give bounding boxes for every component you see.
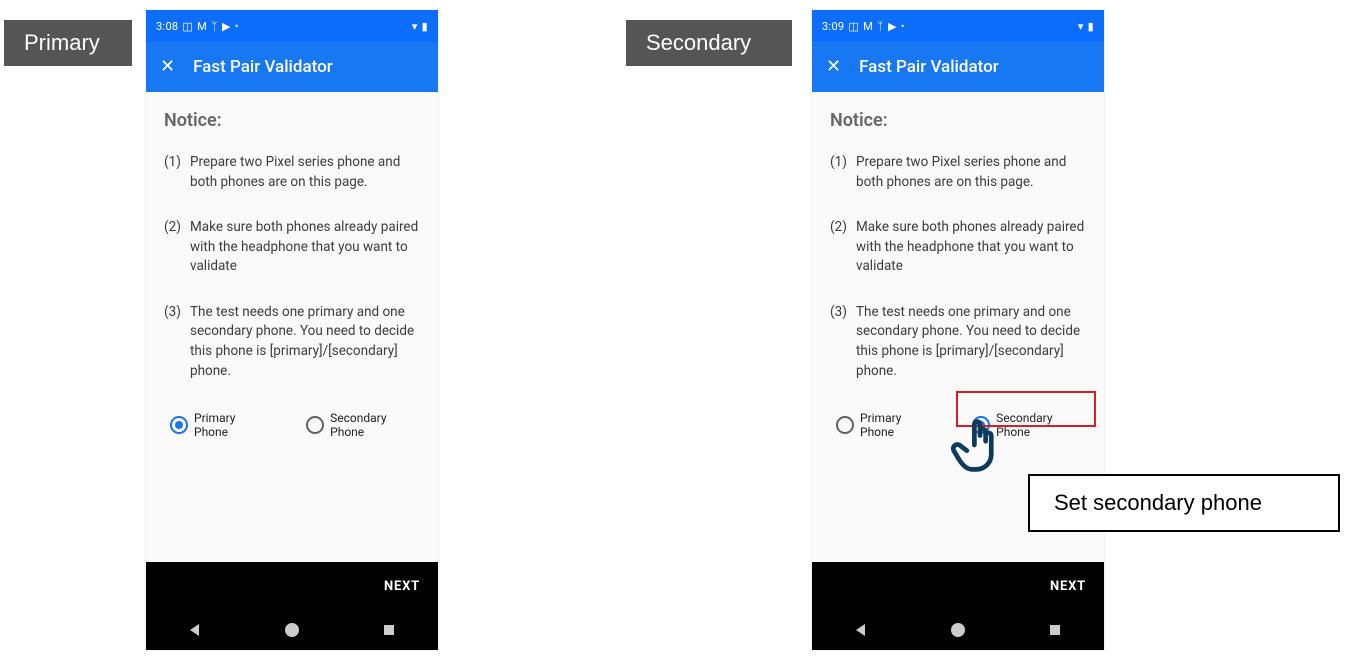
step-1-num: (1) [830, 153, 856, 192]
app-bar: ✕ Fast Pair Validator [146, 42, 438, 92]
step-3-text: The test needs one primary and one secon… [190, 303, 420, 381]
battery-icon: ▮ [1088, 20, 1094, 33]
radio-secondary-phone[interactable]: Secondary Phone [966, 407, 1086, 443]
radio-primary-phone[interactable]: Primary Phone [830, 407, 936, 443]
step-1: (1) Prepare two Pixel series phone and b… [164, 153, 420, 192]
radio-group: Primary Phone Secondary Phone [164, 407, 420, 443]
radio-icon [170, 416, 188, 434]
radio-icon [306, 416, 324, 434]
step-1-text: Prepare two Pixel series phone and both … [856, 153, 1086, 192]
step-2-num: (2) [830, 218, 856, 277]
nav-home-icon[interactable] [284, 622, 300, 638]
gmail-icon: M [197, 20, 207, 33]
phone-secondary: 3:09 ◫ M ᛉ ▶ • ▾ ▮ ✕ Fast Pair Validator… [812, 10, 1104, 650]
nav-back-icon[interactable] [853, 622, 869, 638]
nav-recent-icon[interactable] [1047, 622, 1063, 638]
radio-icon [836, 416, 854, 434]
phone-primary: 3:08 ◫ M ᛉ ▶ • ▾ ▮ ✕ Fast Pair Validator… [146, 10, 438, 650]
youtube-icon: ▶ [888, 20, 897, 33]
content-area: Notice: (1) Prepare two Pixel series pho… [146, 92, 438, 562]
step-3-num: (3) [164, 303, 190, 381]
app-title: Fast Pair Validator [193, 57, 333, 77]
radio-primary-label: Primary Phone [194, 411, 264, 439]
status-bar: 3:09 ◫ M ᛉ ▶ • ▾ ▮ [812, 10, 1104, 42]
step-3-text: The test needs one primary and one secon… [856, 303, 1086, 381]
calendar-icon: ◫ [848, 20, 859, 33]
radio-secondary-label: Secondary Phone [996, 411, 1080, 439]
next-label: NEXT [384, 579, 420, 594]
step-2-text: Make sure both phones already paired wit… [190, 218, 420, 277]
radio-primary-phone[interactable]: Primary Phone [164, 407, 270, 443]
dot-icon: • [235, 20, 239, 33]
step-3-num: (3) [830, 303, 856, 381]
nav-recent-icon[interactable] [381, 622, 397, 638]
calendar-icon: ◫ [182, 20, 193, 33]
step-3: (3) The test needs one primary and one s… [830, 303, 1086, 381]
app-bar: ✕ Fast Pair Validator [812, 42, 1104, 92]
close-icon[interactable]: ✕ [160, 58, 175, 76]
next-label: NEXT [1050, 579, 1086, 594]
close-icon[interactable]: ✕ [826, 58, 841, 76]
signal-icon: ᛉ [877, 20, 884, 33]
radio-primary-label: Primary Phone [860, 411, 930, 439]
step-1: (1) Prepare two Pixel series phone and b… [830, 153, 1086, 192]
step-1-num: (1) [164, 153, 190, 192]
status-bar: 3:08 ◫ M ᛉ ▶ • ▾ ▮ [146, 10, 438, 42]
battery-icon: ▮ [422, 20, 428, 33]
youtube-icon: ▶ [222, 20, 231, 33]
step-2: (2) Make sure both phones already paired… [164, 218, 420, 277]
gmail-icon: M [863, 20, 873, 33]
app-title: Fast Pair Validator [859, 57, 999, 77]
dot-icon: • [901, 20, 905, 33]
label-secondary-tag: Secondary [626, 20, 792, 66]
navigation-bar [146, 610, 438, 650]
label-primary-tag: Primary [4, 20, 132, 66]
status-time: 3:08 [156, 20, 178, 33]
wifi-icon: ▾ [1078, 20, 1084, 33]
callout-set-secondary: Set secondary phone [1028, 474, 1340, 532]
step-3: (3) The test needs one primary and one s… [164, 303, 420, 381]
step-1-text: Prepare two Pixel series phone and both … [190, 153, 420, 192]
nav-home-icon[interactable] [950, 622, 966, 638]
notice-heading: Notice: [164, 110, 420, 131]
radio-group: Primary Phone Secondary Phone [830, 407, 1086, 443]
next-button[interactable]: NEXT [146, 562, 438, 610]
step-2: (2) Make sure both phones already paired… [830, 218, 1086, 277]
step-2-text: Make sure both phones already paired wit… [856, 218, 1086, 277]
signal-icon: ᛉ [211, 20, 218, 33]
wifi-icon: ▾ [412, 20, 418, 33]
radio-icon [972, 416, 990, 434]
status-time: 3:09 [822, 20, 844, 33]
navigation-bar [812, 610, 1104, 650]
next-button[interactable]: NEXT [812, 562, 1104, 610]
radio-secondary-phone[interactable]: Secondary Phone [300, 407, 420, 443]
notice-heading: Notice: [830, 110, 1086, 131]
step-2-num: (2) [164, 218, 190, 277]
nav-back-icon[interactable] [187, 622, 203, 638]
radio-secondary-label: Secondary Phone [330, 411, 414, 439]
